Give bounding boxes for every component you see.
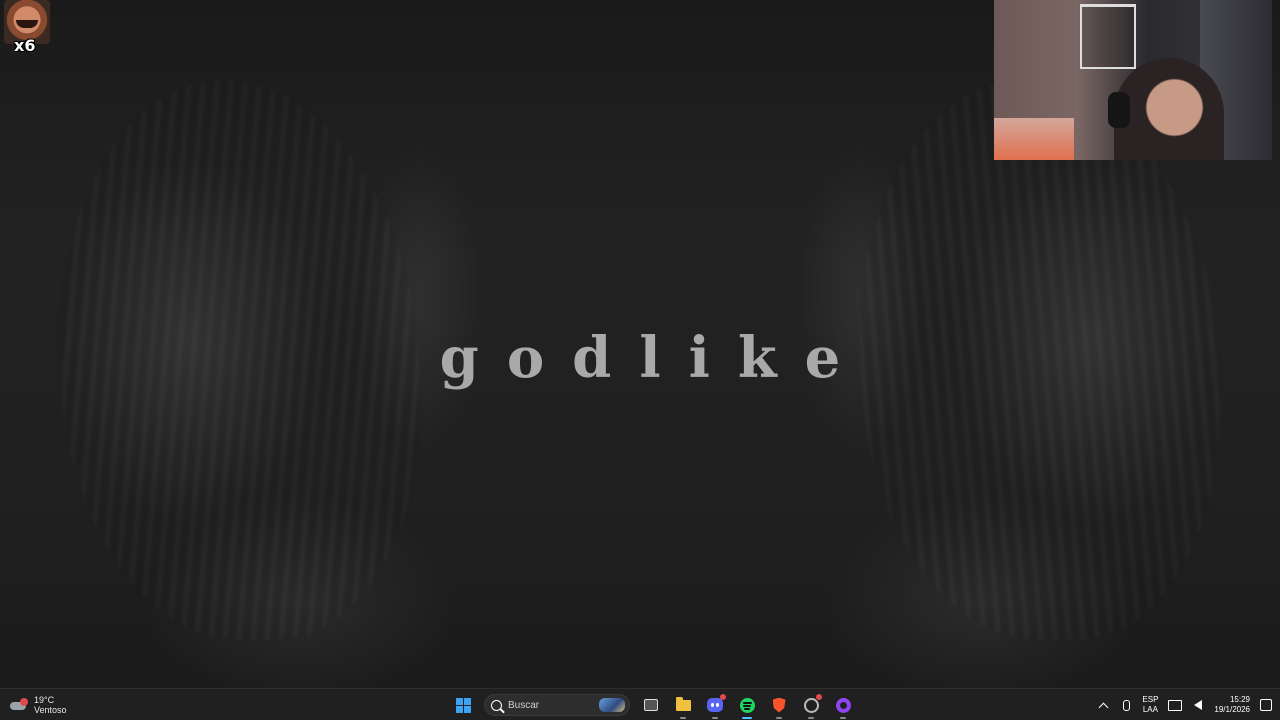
notification-badge [720,694,726,700]
emote-count: x6 [14,36,36,55]
discord-icon [707,698,723,712]
task-view-icon [644,699,658,711]
network-icon [1168,699,1183,711]
emote-face-icon [16,20,38,28]
task-view-button[interactable] [640,694,662,716]
discord-button[interactable] [704,694,726,719]
webcam-overlay [994,0,1272,160]
brave-button[interactable] [768,694,790,719]
notification-icon [1260,699,1272,711]
obs-icon [803,697,819,713]
spotify-button[interactable] [736,694,758,719]
weather-condition: Ventoso [34,705,67,715]
clock-time: 15:29 [1229,695,1250,704]
network-button[interactable] [1168,694,1183,716]
show-hidden-icons-button[interactable] [1096,694,1110,716]
volume-button[interactable] [1192,694,1204,716]
taskbar: 19°C Ventoso Buscar ESP LAA 15:29 19/1/2… [0,688,1280,720]
chevron-up-icon [1098,702,1109,712]
keyboard-layout: LAA [1142,705,1158,714]
windows-icon [455,697,471,713]
recording-badge [816,694,822,700]
weather-cloud-icon [10,698,28,712]
taskbar-search-box[interactable]: Buscar [484,694,630,716]
taskbar-apps: Buscar [452,692,854,719]
wallpaper-title: godlike [439,325,869,391]
speaker-icon [1194,700,1203,710]
webcam-person [1114,58,1224,160]
notifications-button[interactable] [1260,694,1272,716]
obs-button[interactable] [800,694,822,719]
clock[interactable]: 15:29 19/1/2026 [1214,695,1250,715]
folder-icon [675,696,691,711]
spotify-icon [739,697,755,713]
circle-app-icon [835,697,851,713]
brave-icon [772,697,786,713]
weather-widget[interactable]: 19°C Ventoso [10,692,67,718]
language-code: ESP [1142,695,1159,704]
webcam-shelf [1080,4,1136,69]
microphone-icon [1122,699,1130,711]
microphone-button[interactable] [1120,694,1132,716]
search-icon [491,699,502,711]
weather-temperature: 19°C [34,695,55,705]
file-explorer-button[interactable] [672,694,694,719]
headset-icon [1108,92,1130,128]
search-placeholder: Buscar [508,699,540,711]
clock-date: 19/1/2026 [1214,705,1250,714]
language-indicator[interactable]: ESP LAA [1142,695,1158,715]
system-tray: ESP LAA 15:29 19/1/2026 [1096,692,1272,718]
search-highlight-icon [599,698,625,712]
circle-app-button[interactable] [832,694,854,719]
start-button[interactable] [452,694,474,716]
webcam-bed [994,118,1074,160]
